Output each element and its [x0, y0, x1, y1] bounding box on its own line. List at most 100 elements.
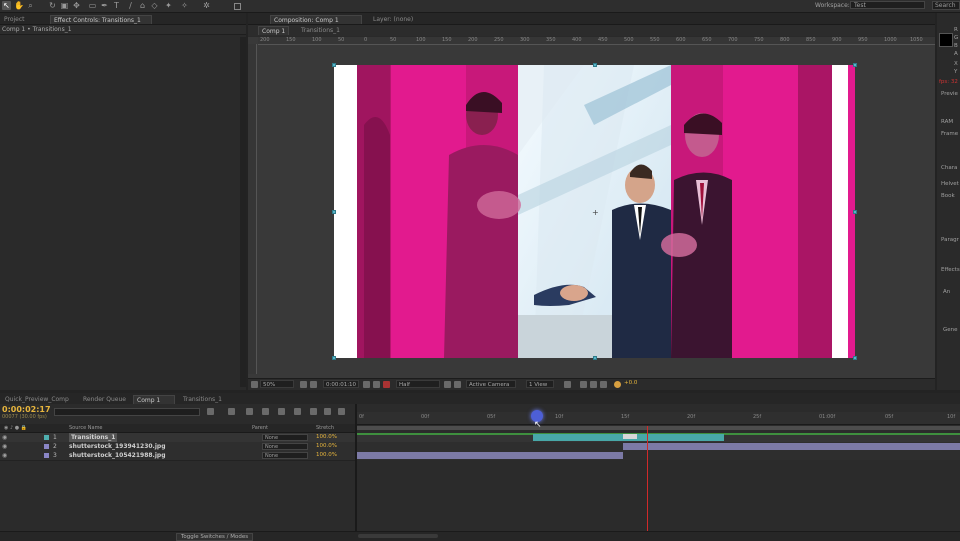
transform-handle-bl[interactable]: [332, 356, 336, 360]
roto-brush-tool-icon[interactable]: ✦: [164, 1, 173, 10]
hide-shy-layers-icon[interactable]: [262, 408, 269, 415]
region-of-interest-icon[interactable]: [444, 381, 451, 388]
ruler-label: 750: [754, 37, 764, 43]
snapshot-icon[interactable]: [363, 381, 370, 388]
tab-comp1[interactable]: Comp 1: [133, 395, 175, 404]
clone-stamp-tool-icon[interactable]: ⌂: [138, 1, 147, 10]
pan-behind-tool-icon[interactable]: ✥: [72, 1, 81, 10]
motion-blur-icon[interactable]: [294, 408, 301, 415]
rotate-tool-icon[interactable]: ↻: [48, 1, 57, 10]
parent-select[interactable]: None: [262, 452, 308, 459]
puppet-pin-tool-icon[interactable]: ✲: [202, 1, 211, 10]
tab-quick-preview-comp[interactable]: Quick_Preview_Comp: [2, 395, 72, 404]
grid-icon[interactable]: [300, 381, 307, 388]
parent-select[interactable]: None: [262, 434, 308, 441]
zoom-tool-icon[interactable]: ⌕: [26, 1, 35, 10]
tab-effect-controls[interactable]: Effect Controls: Transitions_1: [50, 15, 152, 24]
transparency-grid-icon[interactable]: [454, 381, 461, 388]
workspace-select[interactable]: Test: [850, 1, 925, 9]
font-family-field[interactable]: Helvet: [941, 181, 959, 187]
brush-tool-icon[interactable]: ∕: [126, 1, 135, 10]
visibility-eye-icon[interactable]: ◉: [2, 442, 7, 451]
show-snapshot-icon[interactable]: [373, 381, 380, 388]
effects-category-generate[interactable]: Gene: [943, 327, 958, 333]
breadcrumb-comp1[interactable]: Comp 1: [258, 26, 290, 35]
layer-name[interactable]: Transitions_1: [69, 433, 118, 442]
layer-name[interactable]: shutterstock_193941230.jpg: [69, 442, 166, 451]
transform-handle-mr[interactable]: [853, 210, 857, 214]
transform-handle-br[interactable]: [853, 356, 857, 360]
effects-category-animation[interactable]: An: [943, 289, 950, 295]
puppet-tool-icon[interactable]: ✧: [180, 1, 189, 10]
channel-icon[interactable]: [383, 381, 390, 388]
layer-label-color[interactable]: [44, 435, 49, 440]
selection-tool-icon[interactable]: ↖: [2, 1, 11, 10]
exposure-icon[interactable]: [614, 381, 621, 388]
tab-transitions1[interactable]: Transitions_1: [180, 395, 225, 404]
comp-mini-flowchart-icon[interactable]: [207, 408, 214, 415]
live-update-icon[interactable]: [228, 408, 235, 415]
layer-label-color[interactable]: [44, 453, 49, 458]
left-panel-scrollbar[interactable]: [240, 37, 246, 387]
keyframe-marker[interactable]: [623, 434, 637, 439]
current-time-field[interactable]: 0:00:01:10: [323, 380, 359, 388]
frame-blending-icon[interactable]: [278, 408, 285, 415]
current-time-indicator-line[interactable]: [647, 426, 648, 534]
tab-project[interactable]: Project: [1, 15, 28, 24]
help-search-input[interactable]: Search: [932, 1, 960, 10]
font-style-field[interactable]: Book: [941, 193, 955, 199]
time-ruler[interactable]: 0f 00f 05f 10f 15f 20f 25f 01:00f 05f 10…: [357, 412, 960, 425]
transform-handle-tl[interactable]: [332, 63, 336, 67]
zoom-slider[interactable]: [358, 534, 438, 538]
composition-canvas[interactable]: +: [334, 65, 855, 358]
parent-column[interactable]: Parent: [252, 424, 268, 432]
snapping-checkbox[interactable]: [234, 3, 241, 10]
always-preview-icon[interactable]: [251, 381, 258, 388]
stretch-value[interactable]: 100.0%: [316, 451, 337, 460]
camera-tool-icon[interactable]: ▣: [60, 1, 69, 10]
layer-duration-bar[interactable]: [357, 452, 623, 459]
draft-3d-icon[interactable]: [246, 408, 253, 415]
tools-panel: ↖ ✋ ⌕ ↻ ▣ ✥ ▭ ✒ T ∕ ⌂ ◇ ✦ ✧ ✲ Workspace:…: [0, 0, 960, 13]
resolution-select[interactable]: Half: [396, 380, 440, 388]
stretch-value[interactable]: 100.0%: [316, 433, 337, 442]
transform-handle-bc[interactable]: [593, 356, 597, 360]
eraser-tool-icon[interactable]: ◇: [150, 1, 159, 10]
timeline-icon[interactable]: [590, 381, 597, 388]
flowchart-icon[interactable]: [600, 381, 607, 388]
breadcrumb-transitions[interactable]: Transitions_1: [298, 26, 343, 35]
fast-previews-icon[interactable]: [580, 381, 587, 388]
source-name-column[interactable]: Source Name: [69, 424, 103, 432]
auto-keyframe-icon[interactable]: [324, 408, 331, 415]
camera-view-select[interactable]: Active Camera: [466, 380, 516, 388]
rectangle-mask-tool-icon[interactable]: ▭: [88, 1, 97, 10]
type-tool-icon[interactable]: T: [112, 1, 121, 10]
mask-visibility-icon[interactable]: [310, 381, 317, 388]
layer-row[interactable]: ◉ 3 shutterstock_105421988.jpg None 100.…: [0, 451, 355, 461]
view-layout-select[interactable]: 1 View: [526, 380, 554, 388]
exposure-value[interactable]: +0.0: [624, 380, 637, 386]
layer-name[interactable]: shutterstock_105421988.jpg: [69, 451, 166, 460]
parent-select[interactable]: None: [262, 443, 308, 450]
layer-label-color[interactable]: [44, 444, 49, 449]
timeline-search-input[interactable]: [54, 408, 200, 416]
pen-tool-icon[interactable]: ✒: [100, 1, 109, 10]
layer-duration-bar[interactable]: [623, 443, 960, 450]
transform-handle-ml[interactable]: [332, 210, 336, 214]
work-area-bar[interactable]: [357, 426, 960, 430]
tab-layer[interactable]: Layer: (none): [370, 15, 416, 24]
current-time-display[interactable]: 0:00:02:17: [2, 405, 51, 414]
stretch-value[interactable]: 100.0%: [316, 442, 337, 451]
toggle-pixel-aspect-icon[interactable]: [564, 381, 571, 388]
visibility-eye-icon[interactable]: ◉: [2, 433, 7, 442]
stretch-column[interactable]: Stretch: [316, 424, 334, 432]
tab-composition[interactable]: Composition: Comp 1: [270, 15, 362, 24]
graph-editor-icon[interactable]: [338, 408, 345, 415]
visibility-eye-icon[interactable]: ◉: [2, 451, 7, 460]
hand-tool-icon[interactable]: ✋: [14, 1, 24, 10]
magnification-select[interactable]: 50%: [260, 380, 294, 388]
transform-handle-tr[interactable]: [853, 63, 857, 67]
transform-handle-tc[interactable]: [593, 63, 597, 67]
brainstorm-icon[interactable]: [310, 408, 317, 415]
tab-render-queue[interactable]: Render Queue: [80, 395, 129, 404]
